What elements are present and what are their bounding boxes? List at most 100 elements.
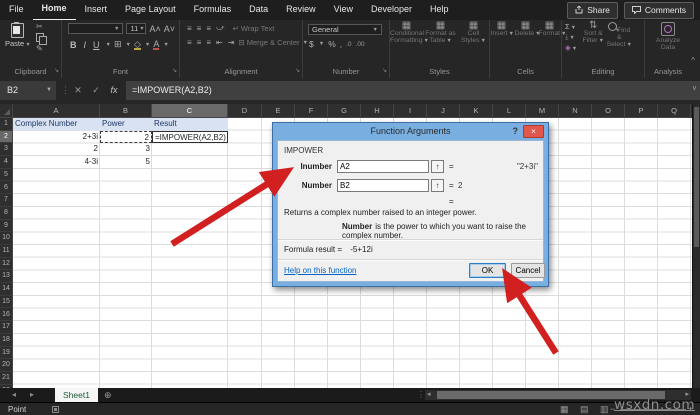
- tab-page-layout[interactable]: Page Layout: [116, 0, 185, 19]
- row-header-11[interactable]: 11: [0, 245, 13, 258]
- orientation-icon[interactable]: ⤻: [215, 23, 226, 33]
- format-painter-icon[interactable]: ✎: [36, 44, 44, 53]
- wrap-text-button[interactable]: Wrap Text: [241, 24, 275, 33]
- row-header-13[interactable]: 13: [0, 270, 13, 284]
- insert-function-button[interactable]: fx: [106, 81, 122, 100]
- row-header-3[interactable]: 3: [0, 143, 13, 157]
- indent-increase-icon[interactable]: ⇥: [227, 38, 236, 47]
- column-header-L[interactable]: L: [493, 104, 526, 118]
- italic-button[interactable]: I: [82, 40, 89, 50]
- merge-center-button[interactable]: Merge & Center: [247, 38, 300, 47]
- format-cells-button[interactable]: ▦ Format▼: [539, 21, 567, 38]
- tab-data[interactable]: Data: [240, 0, 277, 19]
- sheet-nav-prev-icon[interactable]: ◂: [12, 388, 16, 402]
- dialog-title-bar[interactable]: Function Arguments ? ×: [273, 123, 548, 140]
- cell-A3[interactable]: 2: [13, 143, 100, 156]
- row-header-8[interactable]: 8: [0, 206, 13, 220]
- align-bottom-icon[interactable]: ≡: [205, 24, 212, 33]
- cut-icon[interactable]: ✂: [36, 22, 44, 31]
- tab-file[interactable]: File: [0, 0, 33, 19]
- row-header-10[interactable]: 10: [0, 232, 13, 245]
- copy-icon[interactable]: [36, 33, 47, 45]
- tab-review[interactable]: Review: [277, 0, 325, 19]
- bold-button[interactable]: B: [68, 40, 79, 50]
- dialog-help-button[interactable]: ?: [513, 123, 519, 140]
- macro-record-icon[interactable]: [52, 406, 59, 413]
- autosum-button[interactable]: Σ▼: [565, 22, 577, 31]
- row-header-4[interactable]: 4: [0, 156, 13, 169]
- column-header-A[interactable]: A: [13, 104, 100, 118]
- increase-font-icon[interactable]: A˄: [149, 24, 160, 34]
- cell-A1[interactable]: Complex Number: [13, 118, 100, 131]
- page-layout-view-icon[interactable]: ▤: [580, 403, 589, 415]
- inumber-collapse-button[interactable]: ↑: [431, 160, 444, 173]
- cell-B3[interactable]: 3: [100, 143, 152, 156]
- currency-format-button[interactable]: $: [309, 39, 314, 49]
- enter-entry-button[interactable]: ✓: [88, 81, 104, 100]
- borders-icon[interactable]: ⊞: [114, 39, 122, 50]
- name-box[interactable]: B2 ▼: [0, 81, 56, 100]
- insert-cells-button[interactable]: ▦ Insert▼: [491, 21, 514, 38]
- column-header-M[interactable]: M: [526, 104, 559, 118]
- cell-B1[interactable]: Power: [100, 118, 152, 131]
- row-header-17[interactable]: 17: [0, 321, 13, 334]
- number-input[interactable]: [337, 179, 429, 192]
- analyze-data-button[interactable]: Analyze Data: [651, 22, 685, 51]
- sort-filter-button[interactable]: ⇅ Sort & Filter▼: [580, 21, 606, 66]
- conditional-formatting-button[interactable]: ▦ Conditional Formatting▼: [390, 21, 429, 45]
- column-header-B[interactable]: B: [100, 104, 152, 118]
- comma-format-button[interactable]: ,: [340, 39, 342, 49]
- row-header-9[interactable]: 9: [0, 219, 13, 233]
- indent-decrease-icon[interactable]: ⇤: [215, 38, 224, 47]
- font-name-select[interactable]: ▼: [68, 23, 124, 34]
- underline-button[interactable]: U: [91, 40, 102, 50]
- row-header-18[interactable]: 18: [0, 333, 13, 347]
- decrease-font-icon[interactable]: A˅: [164, 24, 175, 34]
- cell-C2[interactable]: =IMPOWER(A2,B2): [152, 130, 228, 144]
- tab-formulas[interactable]: Formulas: [185, 0, 241, 19]
- row-header-1[interactable]: 1: [0, 118, 13, 131]
- row-header-2[interactable]: 2: [0, 130, 13, 144]
- paste-button[interactable]: Paste▼: [5, 22, 31, 48]
- number-collapse-button[interactable]: ↑: [431, 179, 444, 192]
- cell-C1[interactable]: Result: [152, 118, 228, 131]
- row-header-6[interactable]: 6: [0, 181, 13, 195]
- format-as-table-button[interactable]: ▦ Format as Table▼: [425, 21, 456, 45]
- dialog-close-button[interactable]: ×: [523, 125, 544, 138]
- vertical-scrollbar[interactable]: [692, 104, 700, 388]
- share-button[interactable]: Share: [567, 1, 618, 19]
- inumber-input[interactable]: [337, 160, 429, 173]
- align-top-icon[interactable]: ≡: [186, 24, 193, 33]
- decrease-decimal-button[interactable]: .00: [356, 41, 365, 48]
- clear-button[interactable]: ◈▼: [565, 43, 577, 52]
- clipboard-dialog-launcher[interactable]: ↘: [54, 66, 59, 77]
- font-color-icon[interactable]: A: [153, 39, 160, 50]
- column-header-C[interactable]: C: [152, 104, 228, 118]
- column-header-E[interactable]: E: [262, 104, 295, 118]
- row-header-20[interactable]: 20: [0, 359, 13, 372]
- column-header-O[interactable]: O: [592, 104, 625, 118]
- alignment-dialog-launcher[interactable]: ↘: [295, 66, 300, 77]
- column-header-N[interactable]: N: [559, 104, 592, 118]
- increase-decimal-button[interactable]: .0: [346, 41, 351, 48]
- column-header-D[interactable]: D: [228, 104, 262, 118]
- number-format-select[interactable]: General ▼: [308, 24, 382, 35]
- tab-insert[interactable]: Insert: [76, 0, 117, 19]
- cell-B4[interactable]: 5: [100, 156, 152, 169]
- cancel-entry-button[interactable]: ✕: [70, 81, 86, 100]
- column-header-Q[interactable]: Q: [658, 104, 691, 118]
- row-header-12[interactable]: 12: [0, 257, 13, 271]
- column-header-P[interactable]: P: [625, 104, 658, 118]
- tab-view[interactable]: View: [325, 0, 362, 19]
- tab-help[interactable]: Help: [421, 0, 458, 19]
- select-all-corner[interactable]: [0, 104, 13, 118]
- sheet-tab-sheet1[interactable]: Sheet1: [55, 388, 98, 402]
- formula-input[interactable]: =IMPOWER(A2,B2): [126, 81, 700, 100]
- column-header-H[interactable]: H: [361, 104, 394, 118]
- row-header-15[interactable]: 15: [0, 295, 13, 309]
- find-select-button[interactable]: Find & Select▼: [606, 22, 632, 66]
- cell-A4[interactable]: 4-3i: [13, 156, 100, 169]
- tab-home[interactable]: Home: [32, 0, 76, 21]
- page-break-view-icon[interactable]: ▥: [600, 403, 609, 415]
- ribbon-collapse-button[interactable]: ^: [691, 56, 695, 65]
